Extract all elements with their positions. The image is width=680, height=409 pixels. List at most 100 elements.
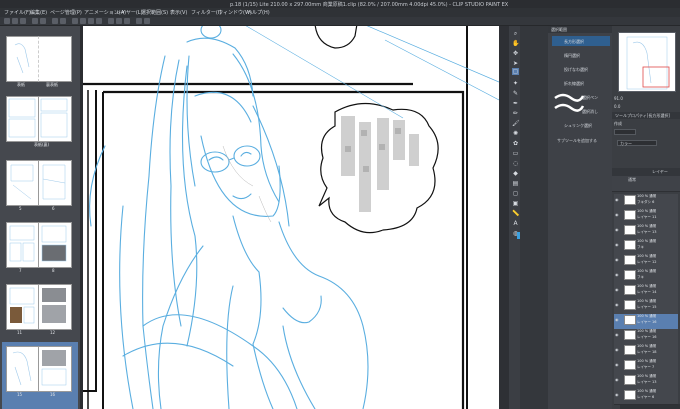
visibility-eye-icon[interactable]: ◉ <box>615 332 620 337</box>
mode-buttons[interactable] <box>614 129 636 135</box>
visibility-eye-icon[interactable]: ◉ <box>615 302 620 307</box>
menu-selection[interactable]: 選択範囲(S) <box>141 9 168 16</box>
page-thumb-back[interactable] <box>38 36 72 82</box>
layer-row[interactable]: ◉ 100 % 通常 レイヤー 11 <box>614 209 678 225</box>
redo-icon[interactable] <box>40 18 46 24</box>
page-thumb-5[interactable] <box>6 160 40 206</box>
grid-icon[interactable] <box>108 18 114 24</box>
layer-row[interactable]: ◉ 100 % 通常 フキ <box>614 239 678 255</box>
subtool-lasso-select[interactable]: 投げなわ選択 <box>552 64 610 74</box>
menu-filter[interactable]: フィルター(I) <box>191 9 221 16</box>
layer-row[interactable]: ◉ 100 % 通常 レイヤー 13 <box>614 374 678 390</box>
layer-panel-header: レイヤー <box>612 168 680 176</box>
menu-view[interactable]: 表示(V) <box>170 9 187 16</box>
layer-row[interactable]: ◉ 100 % 通常 レイヤー 7 <box>614 359 678 375</box>
gradient-icon[interactable]: ▤ <box>512 180 519 187</box>
navigator-angle-value[interactable]: 0.0 <box>614 104 620 109</box>
layer-row[interactable]: ◉ 100 % 通常 レイヤー 6 <box>614 389 678 405</box>
zoom-icon[interactable]: ⌕ <box>512 30 519 37</box>
add-subtool-link[interactable]: サブツールを追加する <box>557 138 597 144</box>
layer-row[interactable]: ◉ 100 % 通常 レイヤー 12 <box>614 254 678 270</box>
visibility-eye-icon[interactable]: ◉ <box>615 272 620 277</box>
layer-row[interactable]: ◉ 100 % 通常 レイヤー 18 <box>614 344 678 360</box>
navigator-preview[interactable] <box>618 32 676 92</box>
layer-row[interactable]: ◉ 100 % 通常 レイヤー 16 <box>614 329 678 345</box>
selection-icon[interactable]: ▢ <box>512 68 519 75</box>
pencil-icon[interactable]: ✏ <box>512 110 519 117</box>
subtool-rect-select[interactable]: 長方形選択 <box>552 36 610 46</box>
visibility-eye-icon[interactable]: ◉ <box>615 257 620 262</box>
page-thumb-12[interactable] <box>38 284 72 330</box>
menu-file[interactable]: ファイル(F) <box>4 9 31 16</box>
page-thumb-15[interactable] <box>6 346 40 392</box>
page-thumb-7[interactable] <box>6 222 40 268</box>
clear-icon[interactable] <box>52 18 58 24</box>
ruler-tool-icon[interactable]: 📏 <box>512 210 519 217</box>
eyedropper-icon[interactable]: ✎ <box>512 90 519 97</box>
subtool-polyline-select[interactable]: 折れ線選択 <box>552 78 610 88</box>
ruler-icon[interactable] <box>96 18 102 24</box>
layer-tab[interactable]: レイヤー <box>652 169 668 175</box>
pen-icon[interactable]: ✒ <box>512 100 519 107</box>
decoration-icon[interactable]: ✿ <box>512 140 519 147</box>
layer-row[interactable]: ◉ 100 % 通常 レイヤー 13 <box>614 224 678 240</box>
zoom-out-icon[interactable] <box>144 18 150 24</box>
page-thumb-16[interactable] <box>38 346 72 392</box>
page-thumb-8[interactable] <box>38 222 72 268</box>
save-icon[interactable] <box>20 18 26 24</box>
frame-icon[interactable]: ▣ <box>512 200 519 207</box>
visibility-eye-icon[interactable]: ◉ <box>615 242 620 247</box>
hand-icon[interactable]: ✋ <box>512 40 519 47</box>
visibility-eye-icon[interactable]: ◉ <box>615 347 620 352</box>
visibility-eye-icon[interactable]: ◉ <box>615 287 620 292</box>
visibility-eye-icon[interactable]: ◉ <box>615 212 620 217</box>
subtool-ellipse-select[interactable]: 楕円選択 <box>552 50 610 60</box>
transform-icon[interactable] <box>60 18 66 24</box>
blend-mode-select[interactable]: 通常 <box>628 177 636 183</box>
canvas[interactable] <box>83 26 499 409</box>
page-thumb-6[interactable] <box>38 160 72 206</box>
subtool-shrink-select[interactable]: シュリンク選択 <box>552 120 610 130</box>
eraser-icon[interactable]: ▭ <box>512 150 519 157</box>
layer-opacity-mode: 100 % 通常 <box>637 224 657 228</box>
layer-row[interactable]: ◉ 100 % 通常 フキダシ 6 <box>614 194 678 210</box>
invert-selection-icon[interactable] <box>80 18 86 24</box>
visibility-eye-icon[interactable]: ◉ <box>615 392 620 397</box>
deselect-icon[interactable] <box>72 18 78 24</box>
airbrush-icon[interactable]: ✺ <box>512 130 519 137</box>
new-icon[interactable] <box>4 18 10 24</box>
operation-icon[interactable]: ➤ <box>512 60 519 67</box>
open-icon[interactable] <box>12 18 18 24</box>
menu-layer[interactable]: レイヤー(L) <box>116 9 143 16</box>
figure-icon[interactable]: ◻ <box>512 190 519 197</box>
navigator-zoom-value[interactable]: 91.0 <box>614 96 623 101</box>
move-icon[interactable]: ✥ <box>512 50 519 57</box>
page-thumb-11[interactable] <box>6 284 40 330</box>
menu-page[interactable]: ページ管理(P) <box>50 9 82 16</box>
page-thumb-cover[interactable] <box>6 36 40 82</box>
visibility-eye-icon[interactable]: ◉ <box>615 197 620 202</box>
fit-icon[interactable] <box>124 18 130 24</box>
snap-icon[interactable] <box>88 18 94 24</box>
layer-row[interactable]: ◉ 100 % 通常 レイヤー 14 <box>614 284 678 300</box>
text-icon[interactable]: A <box>512 220 519 227</box>
page-thumb-cover-inner[interactable] <box>6 96 40 142</box>
layer-row[interactable]: ◉ 100 % 通常 レイヤー 16 <box>614 314 678 330</box>
color-select[interactable]: カラー <box>617 140 657 146</box>
brush-icon[interactable]: 🖌 <box>512 120 520 127</box>
menu-help[interactable]: ヘルプ(H) <box>247 9 270 16</box>
preview-icon[interactable] <box>116 18 122 24</box>
zoom-in-icon[interactable] <box>136 18 142 24</box>
visibility-eye-icon[interactable]: ◉ <box>615 377 620 382</box>
visibility-eye-icon[interactable]: ◉ <box>615 317 620 322</box>
page-thumb-cover-inner-2[interactable] <box>38 96 72 142</box>
visibility-eye-icon[interactable]: ◉ <box>615 227 620 232</box>
layer-row[interactable]: ◉ 100 % 通常 レイヤー 15 <box>614 299 678 315</box>
fill-icon[interactable]: ◆ <box>512 170 519 177</box>
blend-icon[interactable]: ◌ <box>512 160 519 167</box>
visibility-eye-icon[interactable]: ◉ <box>615 362 620 367</box>
undo-icon[interactable] <box>32 18 38 24</box>
layer-row[interactable]: ◉ 100 % 通常 フキ <box>614 269 678 285</box>
auto-select-icon[interactable]: ✦ <box>512 80 519 87</box>
menu-edit[interactable]: 編集(E) <box>30 9 47 16</box>
